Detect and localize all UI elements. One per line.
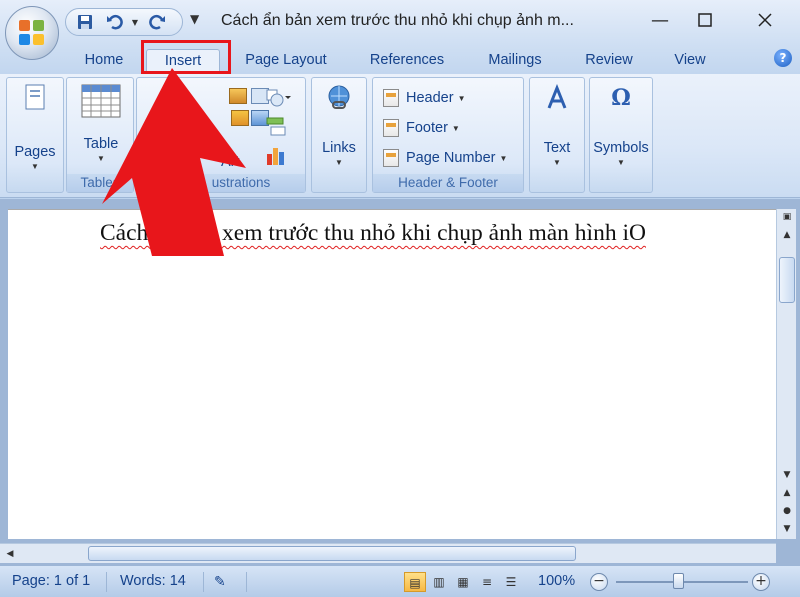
web-layout-view-icon[interactable]: ▦ bbox=[452, 572, 474, 592]
header-footer-group-label: Header & Footer bbox=[373, 174, 523, 192]
outline-view-icon[interactable]: ≡ bbox=[476, 572, 498, 592]
office-button[interactable] bbox=[5, 6, 59, 60]
window-title: Cách ẩn bản xem trước thu nhỏ khi chụp ả… bbox=[221, 12, 574, 29]
links-icon bbox=[325, 84, 353, 112]
text-group: Text ▼ bbox=[529, 77, 585, 193]
symbols-label: Symbols bbox=[593, 140, 649, 156]
page-number-label: Page Number bbox=[406, 150, 496, 166]
symbols-button[interactable]: Ω Symbols ▼ bbox=[592, 84, 650, 167]
pages-group: Pages ▼ bbox=[6, 77, 64, 193]
header-label: Header bbox=[406, 90, 454, 106]
tab-review[interactable]: Review bbox=[578, 49, 640, 73]
page-number-dropdown-icon: ▼ bbox=[499, 153, 508, 163]
page-number-button[interactable]: Page Number ▼ bbox=[383, 146, 507, 170]
symbols-group: Ω Symbols ▼ bbox=[589, 77, 653, 193]
chart-icon[interactable] bbox=[265, 144, 287, 166]
tab-mailings[interactable]: Mailings bbox=[476, 49, 554, 73]
links-dropdown-icon: ▼ bbox=[335, 158, 343, 167]
quick-access-toolbar: ▼ bbox=[65, 8, 183, 36]
header-dropdown-icon: ▼ bbox=[457, 93, 466, 103]
text-box-icon bbox=[543, 83, 571, 112]
next-page-icon[interactable]: ▼ bbox=[779, 521, 795, 537]
status-divider bbox=[246, 572, 247, 592]
zoom-level[interactable]: 100% bbox=[538, 573, 575, 589]
maximize-icon[interactable] bbox=[685, 6, 725, 34]
word-count[interactable]: Words: 14 bbox=[120, 573, 186, 589]
smartart-graphic-icon[interactable] bbox=[265, 116, 287, 136]
full-screen-reading-view-icon[interactable]: ▥ bbox=[428, 572, 450, 592]
links-button[interactable]: Links ▼ bbox=[314, 84, 364, 167]
draft-view-icon[interactable]: ☰ bbox=[500, 572, 522, 592]
horizontal-scrollbar[interactable]: ◀ bbox=[0, 543, 776, 563]
header-icon bbox=[383, 89, 399, 107]
vertical-scroll-thumb[interactable] bbox=[779, 257, 795, 303]
omega-icon: Ω bbox=[611, 85, 631, 111]
header-footer-group: Header ▼ Footer ▼ Page Number ▼ Header &… bbox=[372, 77, 524, 193]
links-group: Links ▼ bbox=[311, 77, 367, 193]
links-label: Links bbox=[322, 140, 356, 156]
zoom-slider-thumb[interactable] bbox=[673, 573, 684, 589]
page-count[interactable]: Page: 1 of 1 bbox=[12, 573, 90, 589]
horizontal-scroll-thumb[interactable] bbox=[88, 546, 576, 561]
help-icon[interactable]: ? bbox=[774, 49, 792, 67]
footer-icon bbox=[383, 119, 399, 137]
zoom-out-icon[interactable]: − bbox=[590, 573, 608, 591]
redo-icon[interactable] bbox=[146, 12, 168, 32]
zoom-in-icon[interactable]: + bbox=[752, 573, 770, 591]
status-divider bbox=[203, 572, 204, 592]
scroll-up-icon[interactable]: ▲ bbox=[779, 227, 795, 243]
text-label: Text bbox=[543, 140, 571, 156]
red-arrow-annotation bbox=[102, 68, 246, 256]
text-dropdown-icon: ▼ bbox=[553, 158, 561, 167]
minimize-icon[interactable]: — bbox=[640, 6, 680, 34]
ruler-toggle-icon[interactable]: ▣ bbox=[779, 209, 795, 225]
pages-icon bbox=[24, 84, 46, 110]
undo-dropdown-icon[interactable]: ▼ bbox=[124, 12, 146, 32]
status-divider bbox=[106, 572, 107, 592]
footer-label: Footer bbox=[406, 120, 448, 136]
tab-view[interactable]: View bbox=[664, 49, 716, 73]
undo-icon[interactable] bbox=[104, 12, 126, 32]
title-bar: ▼ ▼ Cách ẩn bản xem trước thu nhỏ khi ch… bbox=[0, 0, 800, 44]
customize-qat-icon[interactable]: ▼ bbox=[190, 12, 199, 26]
pages-button[interactable]: Pages ▼ bbox=[9, 84, 61, 171]
pages-dropdown-icon: ▼ bbox=[31, 162, 39, 171]
text-button[interactable]: Text ▼ bbox=[532, 83, 582, 167]
scroll-left-icon[interactable]: ◀ bbox=[2, 546, 18, 562]
tab-references[interactable]: References bbox=[360, 49, 454, 73]
proofing-icon[interactable]: ✎ bbox=[214, 573, 226, 590]
header-button[interactable]: Header ▼ bbox=[383, 86, 465, 110]
symbols-dropdown-icon: ▼ bbox=[617, 158, 625, 167]
select-browse-object-icon[interactable]: ● bbox=[779, 503, 795, 519]
footer-dropdown-icon: ▼ bbox=[451, 123, 460, 133]
print-layout-view-icon[interactable]: ▤ bbox=[404, 572, 426, 592]
previous-page-icon[interactable]: ▲ bbox=[779, 485, 795, 501]
vertical-scrollbar[interactable]: ▣ ▲ ▼ ▲ ● ▼ bbox=[776, 209, 796, 539]
scroll-down-icon[interactable]: ▼ bbox=[779, 467, 795, 483]
close-icon[interactable] bbox=[745, 6, 785, 34]
save-icon[interactable] bbox=[74, 12, 96, 32]
footer-button[interactable]: Footer ▼ bbox=[383, 116, 460, 140]
status-bar: Page: 1 of 1 Words: 14 ✎ ▤ ▥ ▦ ≡ ☰ 100% … bbox=[0, 565, 800, 597]
office-logo-icon bbox=[19, 20, 45, 46]
pages-label: Pages bbox=[14, 144, 56, 160]
shapes-dropdown-icon[interactable] bbox=[265, 88, 291, 108]
page-number-icon bbox=[383, 149, 399, 167]
